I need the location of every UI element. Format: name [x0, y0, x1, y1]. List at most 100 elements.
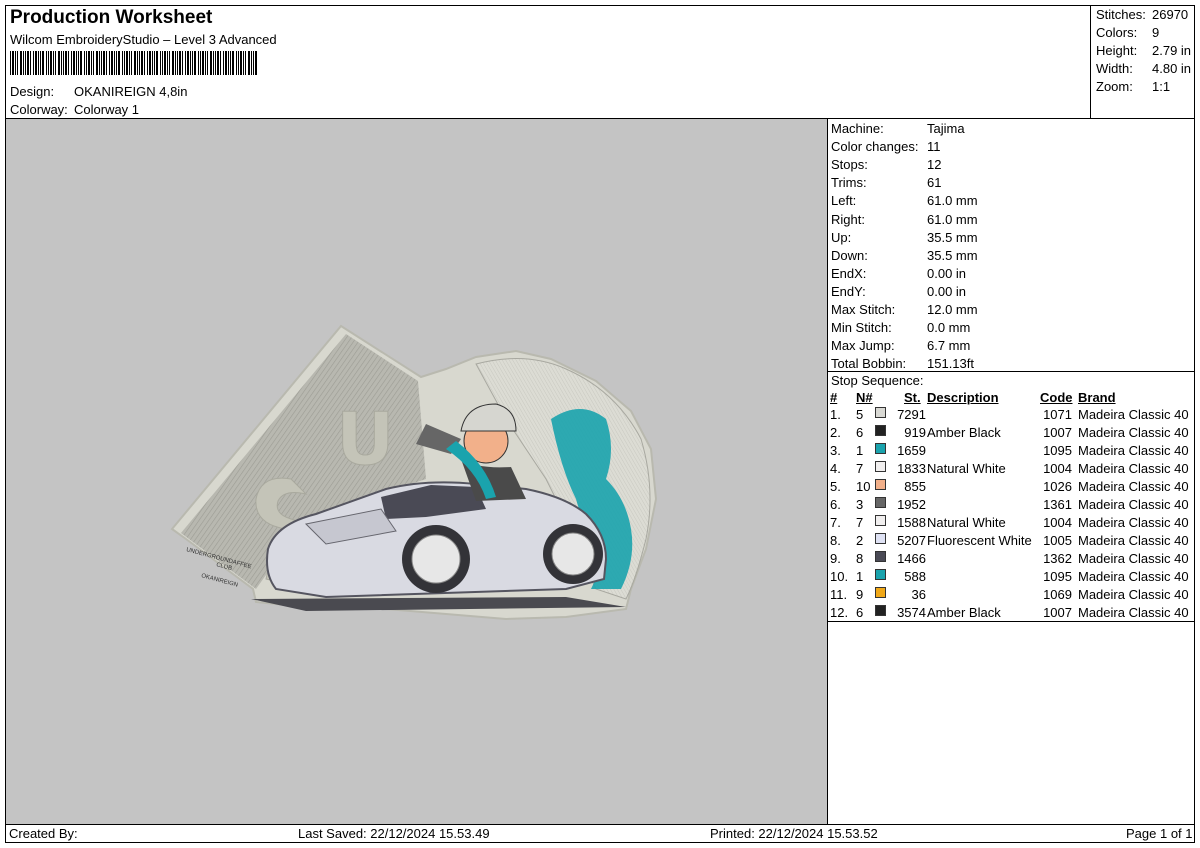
cell-brand: Madeira Classic 40 [1078, 461, 1189, 476]
cell-st: 7291 [897, 407, 926, 422]
colorway-label: Colorway: [10, 102, 68, 117]
cell-n: 1 [856, 443, 864, 458]
cell-st: 5207 [897, 533, 926, 548]
software-name: Wilcom EmbroideryStudio – Level 3 Advanc… [10, 32, 277, 47]
cell-code: 1071 [1043, 407, 1072, 422]
info-label: Min Stitch: [831, 320, 892, 336]
cell-n: 8 [856, 551, 864, 566]
cell-n: 6 [856, 605, 864, 620]
stop-sequence-row: 6. 3 1952 1361 Madeira Classic 40 [828, 497, 1195, 515]
cell-st: 3574 [897, 605, 926, 620]
color-swatch [875, 587, 886, 598]
worksheet-title: Production Worksheet [10, 7, 213, 28]
cell-brand: Madeira Classic 40 [1078, 533, 1189, 548]
cell-st: 1659 [897, 443, 926, 458]
cell-brand: Madeira Classic 40 [1078, 515, 1189, 530]
cell-num: 3. [830, 443, 841, 458]
cell-num: 1. [830, 407, 841, 422]
cell-st: 1466 [897, 551, 926, 566]
design-row: Design: OKANIREIGN 4,8in [10, 84, 187, 99]
col-header-n: N# [856, 390, 873, 405]
stop-sequence-row: 7. 7 1588 Natural White 1004 Madeira Classic … [828, 515, 1195, 533]
info-label: Up: [831, 229, 852, 245]
stop-sequence-row: 1. 5 7291 1071 Madeira Classic 40 [828, 407, 1195, 425]
color-swatch [875, 479, 886, 490]
col-header-num: # [830, 390, 838, 405]
design-label: Design: [10, 84, 55, 99]
cell-code: 1004 [1043, 515, 1072, 530]
cell-n: 7 [856, 515, 864, 530]
cell-brand: Madeira Classic 40 [1078, 587, 1189, 602]
page-number: Page 1 of 1 [1126, 826, 1193, 841]
info-value: 11 [927, 139, 941, 155]
stat-label: Height: [1096, 43, 1138, 58]
created-by: Created By: [9, 826, 78, 841]
cell-code: 1026 [1043, 479, 1072, 494]
cell-code: 1095 [1043, 443, 1072, 458]
info-label: Max Stitch: [831, 302, 896, 317]
machine-info-row: Machine: Tajima [831, 121, 965, 136]
cell-st: 588 [904, 569, 926, 584]
stop-sequence-row: 2. 6 919 Amber Black 1007 Madeira Classic 40 [828, 425, 1195, 443]
info-value: 61.0 mm [927, 193, 978, 209]
cell-st: 855 [904, 479, 926, 494]
colorway-value: Colorway 1 [74, 102, 140, 117]
cell-description: Natural White [927, 461, 1006, 476]
stop-sequence-row: 8. 2 5207 Fluorescent White 1005 Madeira Clas… [828, 533, 1195, 551]
cell-num: 12. [830, 605, 849, 620]
info-value: 61.0 mm [927, 211, 978, 227]
embroidery-design: U UNDERGROUNDAFFEE CLUB OKANIREIGN [170, 324, 658, 621]
stat-value: 9 [1152, 25, 1160, 40]
cell-num: 11. [830, 587, 848, 602]
front-rim [411, 534, 461, 584]
info-value: 61 [927, 175, 942, 191]
machine-info-row: EndY: 0.00 in [831, 284, 966, 299]
info-value: 12 [927, 157, 942, 173]
cell-brand: Madeira Classic 40 [1078, 425, 1189, 440]
cell-brand: Madeira Classic 40 [1078, 407, 1189, 422]
cell-description: Amber Black [927, 425, 1001, 440]
info-value: 151.13ft [927, 356, 974, 372]
last-saved: Last Saved: 22/12/2024 15.53.49 [298, 826, 490, 841]
cell-n: 6 [856, 425, 864, 440]
cell-brand: Madeira Classic 40 [1078, 551, 1189, 566]
cell-description: Fluorescent White [927, 533, 1032, 548]
stat-height: Height: 2.79 in [1096, 43, 1191, 58]
cell-code: 1095 [1043, 569, 1072, 584]
stop-sequence-row: 9. 8 1466 1362 Madeira Classic 40 [828, 551, 1195, 569]
info-label: Trims: [831, 175, 867, 191]
cell-code: 1004 [1043, 461, 1072, 476]
cell-n: 3 [856, 497, 864, 512]
stop-sequence-row: 4. 7 1833 Natural White 1004 Madeira Classic … [828, 461, 1195, 479]
info-label: EndY: [831, 283, 866, 299]
info-value: 0.00 in [927, 265, 967, 281]
color-swatch [875, 515, 886, 526]
info-label: Stops: [831, 157, 868, 173]
stat-value: 4.80 in [1152, 61, 1192, 76]
info-value: 0.0 mm [927, 320, 971, 336]
machine-info-row: EndX: 0.00 in [831, 266, 966, 281]
stop-sequence-row: 10. 1 588 1095 Madeira Classic 40 [828, 569, 1195, 587]
color-swatch [875, 569, 886, 580]
cell-num: 8. [830, 533, 841, 548]
stat-label: Stitches: [1096, 7, 1146, 22]
cell-code: 1007 [1043, 605, 1072, 620]
machine-info-row: Max Jump: 6.7 mm [831, 338, 970, 353]
stop-sequence-row: 3. 1 1659 1095 Madeira Classic 40 [828, 443, 1195, 461]
cell-num: 6. [830, 497, 841, 512]
stat-value: 2.79 in [1152, 43, 1192, 58]
col-header-description: Description [927, 390, 999, 405]
machine-info-row: Right: 61.0 mm [831, 212, 978, 227]
cell-code: 1005 [1043, 533, 1072, 548]
color-swatch [875, 407, 886, 418]
color-swatch [875, 461, 886, 472]
cell-num: 5. [830, 479, 841, 494]
cell-num: 2. [830, 425, 841, 440]
cell-brand: Madeira Classic 40 [1078, 605, 1189, 620]
machine-info-row: Up: 35.5 mm [831, 230, 978, 245]
info-value: 35.5 mm [927, 247, 978, 263]
barcode [10, 51, 257, 75]
rear-rim [551, 532, 595, 576]
color-swatch [875, 605, 886, 616]
cell-description: Amber Black [927, 605, 1001, 620]
